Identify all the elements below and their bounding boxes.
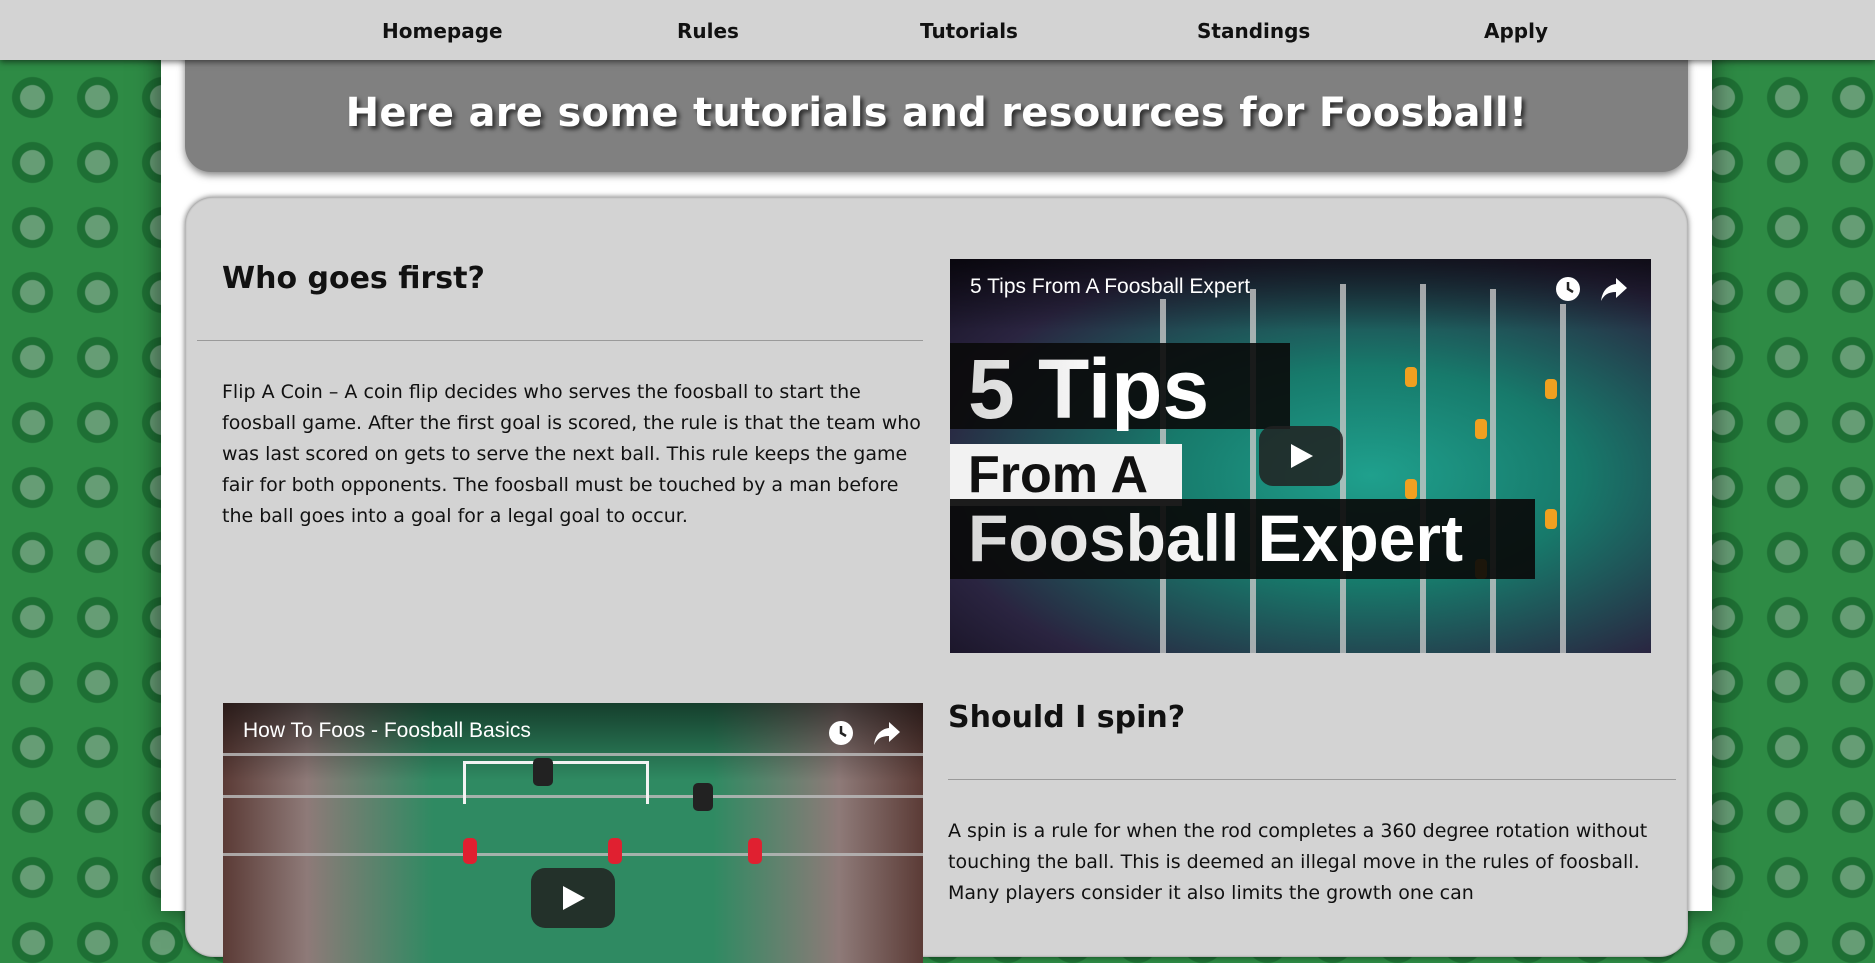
thumbnail-player	[1405, 479, 1417, 499]
play-button[interactable]	[531, 868, 615, 928]
section-divider	[197, 340, 923, 341]
thumbnail-rod	[1560, 304, 1566, 653]
section-title-should-i-spin: Should I spin?	[948, 700, 1186, 735]
page-container: Here are some tutorials and resources fo…	[161, 0, 1712, 963]
video-player-foosball-basics[interactable]: How To Foos - Foosball Basics	[223, 703, 923, 963]
section-title-who-goes-first: Who goes first?	[222, 261, 485, 296]
thumbnail-field-line	[463, 761, 649, 804]
video-title[interactable]: 5 Tips From A Foosball Expert	[970, 275, 1250, 299]
thumbnail-player	[693, 783, 713, 811]
top-navbar: Homepage Rules Tutorials Standings Apply	[0, 0, 1875, 60]
tutorials-panel: Who goes first? Flip A Coin – A coin fli…	[185, 197, 1688, 963]
thumbnail-player	[1475, 419, 1487, 439]
video-player-5-tips[interactable]: 5 Tips From A Foosball Expert 5 Tips Fro…	[950, 259, 1651, 653]
play-icon	[563, 886, 585, 910]
thumbnail-player	[748, 838, 762, 864]
thumbnail-player	[1545, 379, 1557, 399]
thumbnail-rod	[1420, 284, 1426, 653]
section-divider	[948, 779, 1676, 780]
thumbnail-player	[608, 838, 622, 864]
clock-icon[interactable]	[827, 719, 855, 751]
nav-homepage[interactable]: Homepage	[382, 19, 503, 43]
share-icon[interactable]	[1599, 275, 1629, 307]
thumbnail-headline: 5 Tips	[968, 342, 1210, 436]
play-button[interactable]	[1259, 426, 1343, 486]
nav-tutorials[interactable]: Tutorials	[920, 19, 1018, 43]
thumbnail-player	[463, 838, 477, 864]
thumbnail-player	[533, 758, 553, 786]
nav-rules[interactable]: Rules	[677, 19, 739, 43]
nav-standings[interactable]: Standings	[1197, 19, 1310, 43]
thumbnail-player	[1545, 509, 1557, 529]
thumbnail-headline-2: Foosball Expert	[968, 501, 1464, 575]
thumbnail-player	[1405, 367, 1417, 387]
share-icon[interactable]	[872, 719, 902, 751]
page-title: Here are some tutorials and resources fo…	[345, 90, 1528, 136]
thumbnail-subhead: From A	[968, 446, 1149, 504]
play-icon	[1291, 444, 1313, 468]
section-text-who-goes-first: Flip A Coin – A coin flip decides who se…	[222, 381, 921, 527]
nav-apply[interactable]: Apply	[1484, 19, 1548, 43]
video-title[interactable]: How To Foos - Foosball Basics	[243, 719, 531, 743]
thumbnail-rod	[223, 753, 923, 756]
thumbnail-rod	[223, 853, 923, 856]
thumbnail-rod	[1490, 289, 1496, 653]
clock-icon[interactable]	[1554, 275, 1582, 307]
section-text-should-i-spin: A spin is a rule for when the rod comple…	[948, 820, 1648, 904]
page-banner: Here are some tutorials and resources fo…	[185, 48, 1688, 172]
